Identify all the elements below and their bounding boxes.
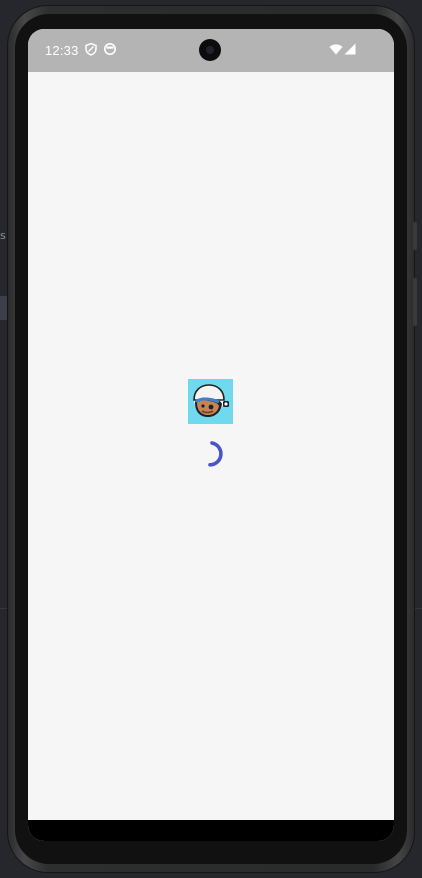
notification-icon	[104, 43, 116, 55]
volume-up-button[interactable]	[413, 222, 417, 250]
loading-spinner	[208, 441, 223, 467]
status-bar: 12:33	[28, 29, 394, 72]
shield-icon	[85, 42, 97, 56]
desktop-edge-text: s	[0, 229, 6, 242]
astronaut-avatar-icon	[188, 379, 233, 424]
device-screen: 12:33	[28, 29, 394, 841]
wifi-icon	[329, 44, 343, 55]
signal-icon	[344, 43, 356, 55]
power-button[interactable]	[413, 278, 417, 326]
navigation-bar	[28, 820, 394, 841]
status-time: 12:33	[45, 43, 79, 58]
front-camera	[199, 39, 221, 61]
